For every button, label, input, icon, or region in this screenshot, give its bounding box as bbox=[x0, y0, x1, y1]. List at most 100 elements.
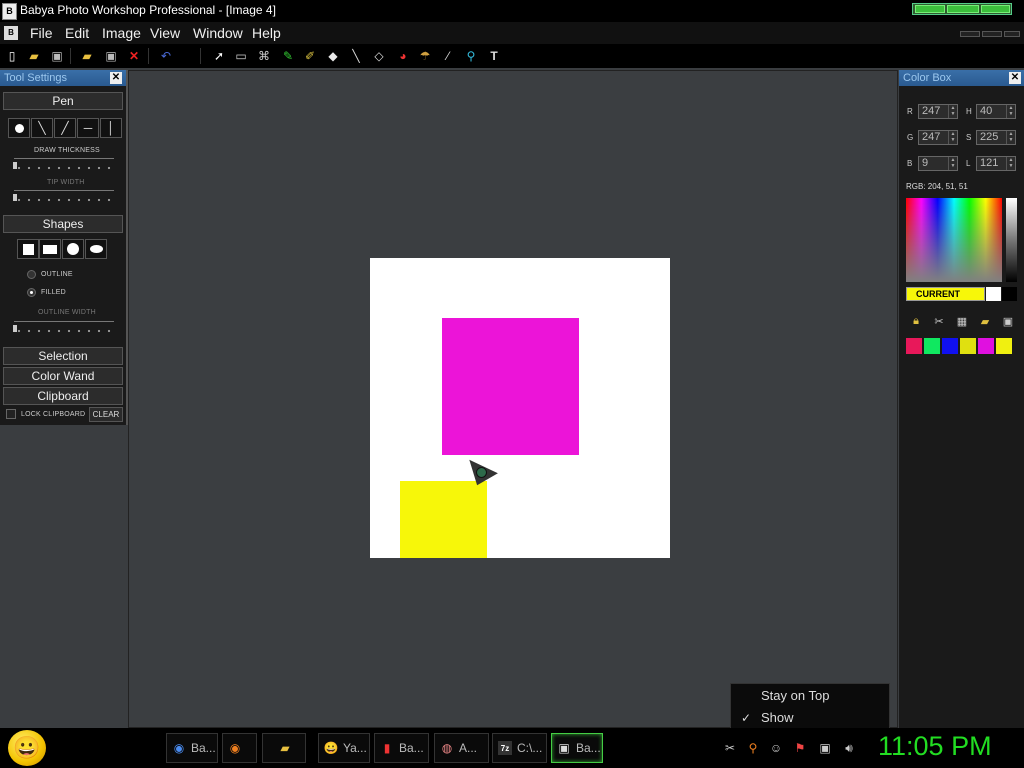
pen-tip-slash-button[interactable]: ╱ bbox=[54, 118, 76, 138]
l-spinbox[interactable]: 121 ▲ ▼ bbox=[976, 156, 1016, 171]
palette-swatch[interactable] bbox=[978, 338, 994, 354]
start-smiley-icon[interactable]: 😀 bbox=[8, 730, 46, 766]
lock-icon[interactable]: 🔒︎ bbox=[909, 314, 923, 328]
close-image-icon[interactable]: ✕ bbox=[126, 48, 142, 64]
open-folder-icon[interactable]: ▰ bbox=[26, 48, 42, 64]
mdi-minimize-button[interactable] bbox=[960, 31, 980, 37]
spin-arrows-icon[interactable]: ▲ ▼ bbox=[948, 131, 957, 144]
taskbar-item-babya-1[interactable]: ▮ Ba... bbox=[374, 733, 429, 763]
color-spectrum[interactable] bbox=[906, 198, 1002, 282]
pen-tip-vertical-button[interactable]: │ bbox=[100, 118, 122, 138]
taskbar-item-folder[interactable]: ▰ bbox=[262, 733, 306, 763]
volume-icon[interactable]: 🔊︎ bbox=[841, 740, 857, 756]
tool-settings-close-icon[interactable]: ✕ bbox=[110, 72, 122, 84]
color-box-close-icon[interactable]: ✕ bbox=[1009, 72, 1021, 84]
pointer-icon[interactable]: ➚ bbox=[211, 48, 227, 64]
eyedropper-icon[interactable]: ⁄ bbox=[440, 48, 456, 64]
spin-arrows-icon[interactable]: ▲ ▼ bbox=[1006, 105, 1015, 118]
filled-radio[interactable] bbox=[27, 288, 36, 297]
menu-image[interactable]: Image bbox=[102, 25, 141, 41]
magenta-square[interactable] bbox=[442, 318, 579, 455]
pen-tip-backslash-button[interactable]: ╲ bbox=[31, 118, 53, 138]
stay-on-top-menu-item[interactable]: Stay on Top bbox=[731, 685, 889, 707]
yellow-rectangle[interactable] bbox=[400, 481, 487, 558]
luminance-bar[interactable] bbox=[1006, 198, 1017, 282]
lock-clipboard-checkbox[interactable] bbox=[6, 409, 16, 419]
zoom-icon[interactable]: ⚲ bbox=[463, 48, 479, 64]
clock[interactable]: 11:05 PM bbox=[878, 731, 992, 762]
search-tray-icon[interactable]: ⚲ bbox=[745, 740, 761, 756]
open-folder-2-icon[interactable]: ▰ bbox=[79, 48, 95, 64]
line-icon[interactable]: ╲ bbox=[348, 48, 364, 64]
eraser-icon[interactable]: ◆ bbox=[325, 48, 341, 64]
undo-icon[interactable]: ↶ bbox=[158, 48, 174, 64]
palette-swatch[interactable] bbox=[906, 338, 922, 354]
save-palette-icon[interactable]: ▣ bbox=[1001, 314, 1015, 328]
shape-circle-button[interactable] bbox=[62, 239, 84, 259]
rectangle-select-icon[interactable]: ▭ bbox=[233, 48, 249, 64]
save-2-icon[interactable]: ▣ bbox=[103, 48, 119, 64]
g-spinbox[interactable]: 247 ▲ ▼ bbox=[918, 130, 958, 145]
scissors-icon[interactable]: ✂ bbox=[932, 314, 946, 328]
brush-icon[interactable]: ✐ bbox=[302, 48, 318, 64]
shape-tool-icon[interactable]: ☂ bbox=[417, 48, 433, 64]
shape-square-button[interactable] bbox=[17, 239, 39, 259]
taskbar-item-7zip[interactable]: 7z C:\... bbox=[492, 733, 547, 763]
spin-arrows-icon[interactable]: ▲ ▼ bbox=[948, 157, 957, 170]
current-color-swatch[interactable]: CURRENT bbox=[906, 287, 985, 301]
outline-radio[interactable] bbox=[27, 270, 36, 279]
new-file-icon[interactable]: ▯ bbox=[4, 48, 20, 64]
app-icon[interactable]: B bbox=[2, 3, 17, 20]
show-menu-item[interactable]: Show bbox=[731, 707, 889, 729]
b-spinbox[interactable]: 9 ▲ ▼ bbox=[918, 156, 958, 171]
palette-swatch[interactable] bbox=[942, 338, 958, 354]
pen-icon[interactable]: ✎ bbox=[280, 48, 296, 64]
taskbar-item-babya-active[interactable]: ▣ Ba... bbox=[551, 733, 603, 763]
spin-arrows-icon[interactable]: ▲ ▼ bbox=[1006, 131, 1015, 144]
menu-help[interactable]: Help bbox=[252, 25, 281, 41]
close-button[interactable] bbox=[981, 5, 1010, 13]
selection-section-header[interactable]: Selection bbox=[3, 347, 123, 365]
palette-swatch[interactable] bbox=[996, 338, 1012, 354]
shape-ellipse-button[interactable] bbox=[85, 239, 107, 259]
pen-tip-round-button[interactable] bbox=[8, 118, 30, 138]
menu-file[interactable]: File bbox=[30, 25, 53, 41]
pen-tip-horizontal-button[interactable]: ─ bbox=[77, 118, 99, 138]
network-tray-icon[interactable]: ✂ bbox=[722, 740, 738, 756]
taskbar-item-avatar[interactable]: ◍ A... bbox=[434, 733, 489, 763]
menu-view[interactable]: View bbox=[150, 25, 180, 41]
text-tool-icon[interactable]: T bbox=[486, 48, 502, 64]
taskbar-item-yahoo[interactable]: 😀 Ya... bbox=[318, 733, 370, 763]
messenger-tray-icon[interactable]: ☺ bbox=[768, 740, 784, 756]
lasso-icon[interactable]: ⌘ bbox=[256, 48, 272, 64]
maximize-button[interactable] bbox=[947, 5, 979, 13]
mdi-close-button[interactable] bbox=[1004, 31, 1020, 37]
mdi-restore-button[interactable] bbox=[982, 31, 1002, 37]
image-canvas[interactable] bbox=[370, 258, 670, 558]
secondary-color-black[interactable] bbox=[1002, 287, 1017, 301]
taskbar-item-firefox[interactable]: ◉ bbox=[222, 733, 257, 763]
pen-section-header[interactable]: Pen bbox=[3, 92, 123, 110]
action-center-flag-icon[interactable]: ⚑ bbox=[792, 740, 808, 756]
palette-grid-icon[interactable]: ▦ bbox=[955, 314, 969, 328]
h-spinbox[interactable]: 40 ▲ ▼ bbox=[976, 104, 1016, 119]
clear-clipboard-button[interactable]: CLEAR bbox=[89, 407, 123, 422]
spin-arrows-icon[interactable]: ▲ ▼ bbox=[1006, 157, 1015, 170]
network-connection-icon[interactable]: ▣ bbox=[817, 740, 833, 756]
secondary-color-white[interactable] bbox=[986, 287, 1001, 301]
s-spinbox[interactable]: 225 ▲ ▼ bbox=[976, 130, 1016, 145]
r-spinbox[interactable]: 247 ▲ ▼ bbox=[918, 104, 958, 119]
shape-rectangle-button[interactable] bbox=[39, 239, 61, 259]
spin-arrows-icon[interactable]: ▲ ▼ bbox=[948, 105, 957, 118]
palette-swatch[interactable] bbox=[960, 338, 976, 354]
clipboard-section-header[interactable]: Clipboard bbox=[3, 387, 123, 405]
open-palette-icon[interactable]: ▰ bbox=[978, 314, 992, 328]
taskbar-item-chrome[interactable]: ◉ Ba... bbox=[166, 733, 218, 763]
save-icon[interactable]: ▣ bbox=[49, 48, 65, 64]
minimize-button[interactable] bbox=[915, 5, 945, 13]
color-replace-icon[interactable]: ◕ bbox=[395, 48, 411, 64]
fill-bucket-icon[interactable]: ◇ bbox=[371, 48, 387, 64]
color-wand-section-header[interactable]: Color Wand bbox=[3, 367, 123, 385]
palette-swatch[interactable] bbox=[924, 338, 940, 354]
shapes-section-header[interactable]: Shapes bbox=[3, 215, 123, 233]
